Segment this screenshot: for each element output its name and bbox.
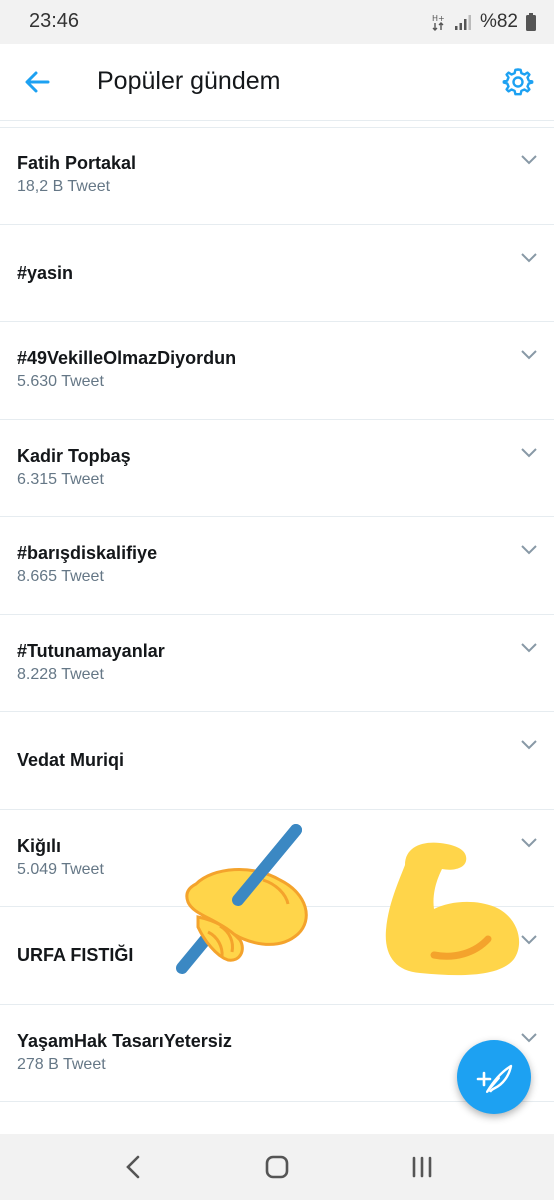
system-navigation-bar: [0, 1134, 554, 1200]
home-square-icon: [265, 1155, 289, 1179]
trend-tweet-count: 278 B Tweet: [17, 1055, 106, 1073]
trend-item[interactable]: Kadir Topbaş 6.315 Tweet: [0, 420, 554, 517]
nav-back-button[interactable]: [118, 1152, 148, 1182]
trend-name: #yasin: [17, 262, 74, 283]
recent-apps-icon: [412, 1156, 432, 1178]
battery-icon: [526, 13, 536, 31]
trend-tweet-count: 5.630 Tweet: [17, 373, 104, 391]
trend-tweet-count: 8.665 Tweet: [17, 568, 104, 586]
chevron-down-icon[interactable]: [520, 154, 538, 166]
trend-item[interactable]: Vedat Muriqi: [0, 712, 554, 810]
trend-name: #barışdiskalifiye: [17, 543, 158, 564]
trend-tweet-count: 18,2 B Tweet: [17, 178, 111, 196]
signal-icon: [454, 15, 471, 30]
chevron-down-icon[interactable]: [520, 739, 538, 751]
status-bar: 23:46 H+ %82: [0, 0, 554, 44]
trend-tweet-count: 6.315 Tweet: [17, 470, 104, 488]
trend-text: #barışdiskalifiye 8.665 Tweet: [17, 541, 494, 589]
trend-item[interactable]: #Tutunamayanlar 8.228 Tweet: [0, 615, 554, 712]
compose-tweet-button[interactable]: [457, 1040, 531, 1114]
trend-text: Vedat Muriqi: [17, 748, 494, 772]
status-indicators: H+ %82: [432, 10, 536, 34]
trend-name: Fatih Portakal: [17, 153, 137, 174]
battery-percentage: %82: [479, 11, 518, 32]
trend-text: Kadir Topbaş 6.315 Tweet: [17, 444, 494, 492]
chevron-down-icon[interactable]: [520, 252, 538, 264]
status-time: 23:46: [29, 10, 80, 32]
arrow-left-icon: [25, 71, 50, 93]
trend-name: #49VekilleOlmazDiyordun: [17, 348, 237, 369]
trend-item[interactable]: URFA FISTIĞI: [0, 907, 554, 1005]
chevron-down-icon[interactable]: [520, 447, 538, 459]
trend-tweet-count: 5.049 Tweet: [17, 860, 104, 878]
chevron-down-icon[interactable]: [520, 837, 538, 849]
trend-text: URFA FISTIĞI: [17, 943, 494, 967]
trend-name: Kadir Topbaş: [17, 445, 131, 466]
back-button[interactable]: [20, 64, 56, 100]
trend-item[interactable]: Fatih Portakal 18,2 B Tweet: [0, 127, 554, 225]
gear-icon: [502, 68, 534, 96]
trend-text: Fatih Portakal 18,2 B Tweet: [17, 151, 494, 199]
trend-name: URFA FISTIĞI: [17, 945, 134, 966]
trend-name: YaşamHak TasarıYetersiz: [17, 1030, 232, 1051]
svg-text:H+: H+: [432, 14, 445, 23]
app-bar: Popüler gündem: [0, 44, 554, 121]
trend-item[interactable]: #yasin: [0, 225, 554, 322]
chevron-down-icon[interactable]: [520, 544, 538, 556]
trends-list: Fatih Portakal 18,2 B Tweet #yasin #49Ve…: [0, 127, 554, 1102]
data-transfer-icon: H+: [432, 14, 445, 31]
trend-text: Kiğılı 5.049 Tweet: [17, 834, 494, 882]
trend-text: #Tutunamayanlar 8.228 Tweet: [17, 639, 494, 687]
nav-recents-button[interactable]: [407, 1152, 437, 1182]
nav-home-button[interactable]: [262, 1152, 292, 1182]
trend-item[interactable]: #49VekilleOlmazDiyordun 5.630 Tweet: [0, 322, 554, 420]
chevron-left-icon: [126, 1155, 140, 1179]
chevron-down-icon[interactable]: [520, 934, 538, 946]
settings-button[interactable]: [500, 64, 536, 100]
compose-tweet-icon: [476, 1064, 513, 1093]
chevron-down-icon[interactable]: [520, 349, 538, 361]
trend-tweet-count: 8.228 Tweet: [17, 665, 104, 683]
trend-text: YaşamHak TasarıYetersiz 278 B Tweet: [17, 1029, 494, 1077]
chevron-down-icon[interactable]: [520, 642, 538, 654]
trend-text: #49VekilleOlmazDiyordun 5.630 Tweet: [17, 346, 494, 394]
trend-text: #yasin: [17, 261, 494, 285]
trend-name: #Tutunamayanlar: [17, 640, 165, 661]
trend-name: Vedat Muriqi: [17, 750, 125, 771]
trend-item[interactable]: Kiğılı 5.049 Tweet: [0, 810, 554, 907]
trend-item[interactable]: #barışdiskalifiye 8.665 Tweet: [0, 517, 554, 615]
page-title: Popüler gündem: [97, 67, 281, 95]
trend-name: Kiğılı: [17, 835, 61, 856]
